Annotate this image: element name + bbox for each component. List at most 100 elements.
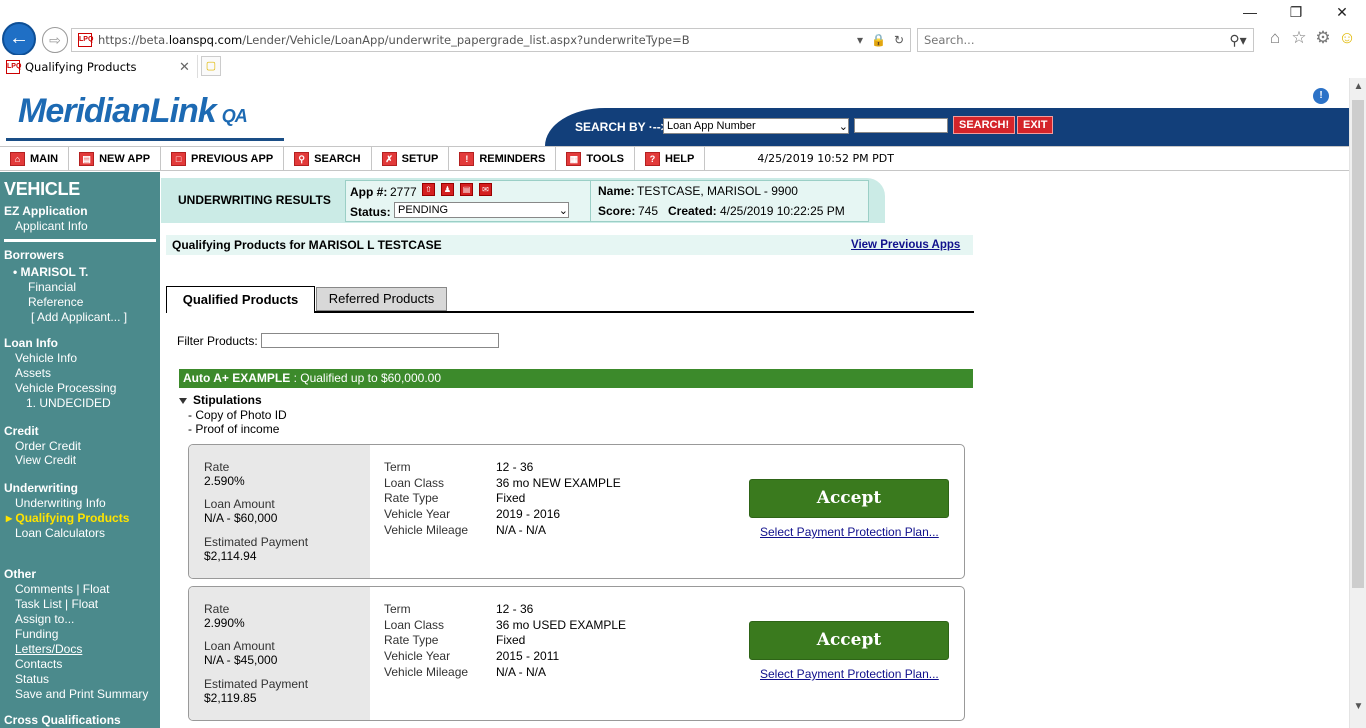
app-number: 2777 <box>390 185 417 199</box>
sidebar-item-letters-docs[interactable]: Letters/Docs <box>15 642 82 656</box>
sidebar-item-financial[interactable]: Financial <box>28 280 76 294</box>
vertical-scrollbar[interactable]: ▲ ▼ <box>1349 78 1366 728</box>
name-label: Name: <box>598 184 635 198</box>
sidebar-item-borrower[interactable]: • MARISOL T. <box>13 265 88 279</box>
sidebar-item-qualifying-products[interactable]: ▸ Qualifying Products <box>6 511 129 525</box>
menu-search[interactable]: ⚲ SEARCH <box>284 147 372 171</box>
sidebar-item-vehicle-processing[interactable]: Vehicle Processing <box>15 381 116 395</box>
est-payment-value: $2,114.94 <box>204 549 257 563</box>
person-icon[interactable]: ♟ <box>441 183 454 196</box>
vehicle-year-label: Vehicle Year <box>384 649 451 663</box>
new-tab-icon[interactable]: ▢ <box>201 56 221 76</box>
menu-main[interactable]: ⌂ MAIN <box>0 147 70 171</box>
upload-icon[interactable]: ⇧ <box>422 183 435 196</box>
rate-value: 2.590% <box>204 474 245 488</box>
payment-protection-link[interactable]: Select Payment Protection Plan... <box>760 667 939 681</box>
underwriting-results-title: UNDERWRITING RESULTS <box>178 193 331 207</box>
exit-button[interactable]: EXIT <box>1017 116 1054 134</box>
browser-search-box[interactable]: ⚲▾ <box>917 28 1254 52</box>
favorites-star-icon[interactable]: ☆ <box>1290 28 1308 48</box>
forward-button[interactable]: ⇨ <box>42 27 68 53</box>
sidebar-item-vehicle-info[interactable]: Vehicle Info <box>15 351 77 365</box>
dropdown-icon[interactable]: ▾ <box>857 33 863 47</box>
home-icon[interactable]: ⌂ <box>1266 28 1284 48</box>
tab-qualified-products[interactable]: Qualified Products <box>166 286 315 313</box>
vehicle-year-label: Vehicle Year <box>384 507 451 521</box>
vehicle-year-value: 2019 - 2016 <box>496 507 561 521</box>
stipulations-toggle[interactable]: Stipulations <box>179 393 262 407</box>
sidebar-borrowers: Borrowers <box>4 248 65 262</box>
sidebar-item-save-print[interactable]: Save and Print Summary <box>15 687 148 701</box>
status-select[interactable]: PENDING ⌄ <box>394 202 569 218</box>
sidebar-item-task-list[interactable]: Task List | Float <box>15 597 98 611</box>
gear-icon[interactable]: ⚙ <box>1314 28 1332 48</box>
sidebar-item-loan-calculators[interactable]: Loan Calculators <box>15 526 105 540</box>
lock-icon[interactable]: 🔒 <box>871 33 886 47</box>
back-button[interactable]: ← <box>2 22 36 56</box>
tab-title: Qualifying Products <box>25 59 137 74</box>
rate-type-label: Rate Type <box>384 491 439 505</box>
tab-favicon-icon: LPQ <box>6 59 21 74</box>
term-value: 12 - 36 <box>496 602 534 616</box>
vehicle-mileage-value: N/A - N/A <box>496 665 547 679</box>
search-by-input[interactable] <box>854 118 948 133</box>
sidebar-item-add-applicant[interactable]: [ Add Applicant... ] <box>31 310 127 324</box>
sidebar-item-assets[interactable]: Assets <box>15 366 51 380</box>
refresh-icon[interactable]: ↻ <box>894 33 904 47</box>
sidebar-item-contacts[interactable]: Contacts <box>15 657 62 671</box>
browser-search-input[interactable] <box>918 30 1223 50</box>
chevron-down-icon: ⌄ <box>838 120 848 133</box>
menu-previous-app[interactable]: □ PREVIOUS APP <box>161 147 285 171</box>
menu-reminders[interactable]: ! REMINDERS <box>449 147 557 171</box>
site-favicon-icon: LPQ <box>78 33 93 47</box>
sidebar-item-comments[interactable]: Comments | Float <box>15 582 109 596</box>
sidebar-item-undecided[interactable]: 1. UNDECIDED <box>26 396 111 410</box>
menu-help[interactable]: ? HELP <box>635 147 706 171</box>
mail-icon[interactable]: ✉ <box>479 183 492 196</box>
sidebar-item-assign-to[interactable]: Assign to... <box>15 612 74 626</box>
url-text[interactable]: https://beta.loanspq.com/Lender/Vehicle/… <box>98 33 857 47</box>
search-by-select[interactable]: Loan App Number ⌄ <box>663 118 849 134</box>
vehicle-mileage-value: N/A - N/A <box>496 523 547 537</box>
accept-button[interactable]: Accept <box>749 621 949 660</box>
sidebar-item-reference[interactable]: Reference <box>28 295 83 309</box>
tab-referred-products[interactable]: Referred Products <box>316 287 447 311</box>
sidebar-item-view-credit[interactable]: View Credit <box>15 453 76 467</box>
loan-class-label: Loan Class <box>384 618 445 632</box>
search-icon[interactable]: ⚲▾ <box>1223 32 1253 49</box>
filter-label: Filter Products: <box>177 334 258 348</box>
scroll-thumb[interactable] <box>1352 100 1364 588</box>
stipulation-item: - Copy of Photo ID <box>188 408 287 422</box>
feedback-smiley-icon[interactable]: ☺ <box>1338 28 1356 48</box>
minimize-icon[interactable]: — <box>1227 4 1273 21</box>
chat-bubble-icon[interactable]: ! <box>1313 88 1329 104</box>
reminder-icon: ! <box>459 152 475 166</box>
web-page: MeridianLink QA ! SEARCH BY ·--> Loan App… <box>0 78 1349 728</box>
scroll-up-icon[interactable]: ▲ <box>1350 78 1366 95</box>
search-button[interactable]: SEARCH! <box>953 116 1016 134</box>
accept-button[interactable]: Accept <box>749 479 949 518</box>
sidebar-item-order-credit[interactable]: Order Credit <box>15 439 81 453</box>
tab-close-icon[interactable]: ✕ <box>179 59 197 75</box>
sidebar-item-status[interactable]: Status <box>15 672 49 686</box>
loan-amount-value: N/A - $45,000 <box>204 653 278 667</box>
menu-tools[interactable]: ▦ TOOLS <box>556 147 636 171</box>
menu-new-app[interactable]: ▤ NEW APP <box>69 147 162 171</box>
restore-icon[interactable]: ❐ <box>1273 4 1319 21</box>
address-bar[interactable]: LPQ https://beta.loanspq.com/Lender/Vehi… <box>71 28 911 52</box>
sidebar-item-funding[interactable]: Funding <box>15 627 58 641</box>
view-previous-apps-link[interactable]: View Previous Apps <box>851 239 960 251</box>
sidebar-ez-application[interactable]: EZ Application <box>4 204 88 218</box>
rate-type-value: Fixed <box>496 633 526 647</box>
scroll-down-icon[interactable]: ▼ <box>1350 698 1366 715</box>
sidebar-item-underwriting-info[interactable]: Underwriting Info <box>15 496 106 510</box>
browser-tab[interactable]: LPQ Qualifying Products ✕ <box>0 55 198 78</box>
filter-products-input[interactable] <box>261 333 499 348</box>
menu-setup[interactable]: ✗ SETUP <box>372 147 450 171</box>
note-icon[interactable]: ▤ <box>460 183 473 196</box>
sidebar-underwriting: Underwriting <box>4 481 78 495</box>
logo-underline <box>6 138 284 141</box>
close-icon[interactable]: ✕ <box>1319 4 1365 21</box>
payment-protection-link[interactable]: Select Payment Protection Plan... <box>760 525 939 539</box>
sidebar-item-applicant-info[interactable]: Applicant Info <box>15 219 88 233</box>
